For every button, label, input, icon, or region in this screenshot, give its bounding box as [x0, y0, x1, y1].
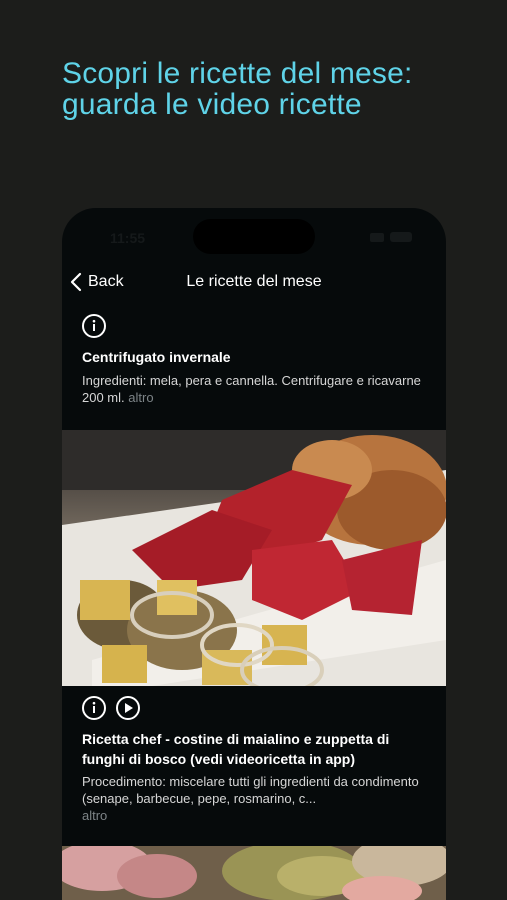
recipe-1-description: Ingredienti: mela, pera e cannella. Cent… — [82, 372, 432, 406]
status-icons — [370, 232, 412, 242]
signal-icon — [370, 232, 384, 242]
food-photo-image — [62, 846, 446, 900]
recipe-1-photo[interactable] — [62, 430, 446, 686]
recipe-2-actions — [82, 696, 140, 720]
recipe-2-description-text: Procedimento: miscelare tutti gli ingred… — [82, 774, 419, 806]
battery-icon — [390, 232, 412, 242]
phone-mockup: 11:55 Back Le ricette del mese Centrifug… — [62, 208, 446, 900]
recipe-3-photo[interactable] — [62, 846, 446, 900]
info-icon[interactable] — [82, 696, 106, 720]
screen-title: Le ricette del mese — [186, 273, 322, 290]
recipe-2-description: Procedimento: miscelare tutti gli ingred… — [82, 773, 432, 824]
info-icon[interactable] — [82, 314, 106, 338]
recipe-2-more-link[interactable]: altro — [82, 808, 107, 823]
food-photo-image — [62, 430, 446, 686]
dynamic-island — [193, 219, 315, 254]
page-headline: Scopri le ricette del mese: guarda le vi… — [62, 57, 413, 121]
recipe-1-title[interactable]: Centrifugato invernale — [82, 347, 432, 367]
recipe-1-more-link[interactable]: altro — [128, 390, 153, 405]
navigation-bar: Back Le ricette del mese — [62, 268, 446, 298]
status-bar: 11:55 — [62, 208, 446, 264]
play-icon[interactable] — [116, 696, 140, 720]
recipe-1-actions — [82, 314, 106, 338]
recipe-2-title[interactable]: Ricetta chef - costine di maialino e zup… — [82, 729, 432, 769]
status-time: 11:55 — [110, 230, 146, 246]
